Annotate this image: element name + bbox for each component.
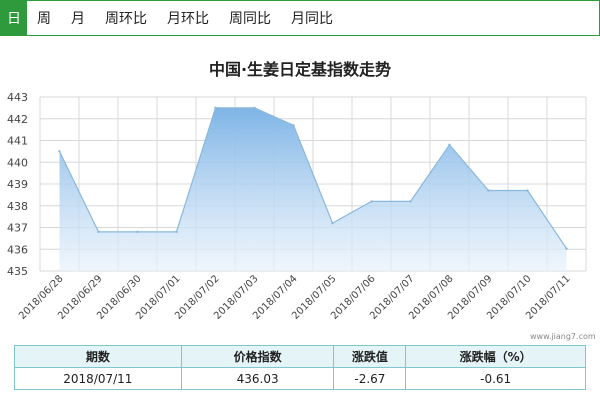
data-point-7 [331, 221, 334, 225]
data-point-11 [487, 189, 490, 192]
cell-change-value: -2.67 [333, 367, 407, 390]
y-tick-label-443: 443 [7, 91, 28, 104]
latest-index-table: 期数 价格指数 涨跌值 涨跌幅（%） 2018/07/11 436.03 -2.… [14, 345, 586, 390]
y-tick-label-436: 436 [7, 243, 28, 256]
data-point-13 [565, 247, 568, 250]
table-header-row: 期数 价格指数 涨跌值 涨跌幅（%） [14, 345, 586, 368]
data-point-12 [526, 189, 529, 192]
data-point-6 [292, 124, 295, 127]
y-tick-label-437: 437 [7, 222, 28, 235]
cell-period: 2018/07/11 [14, 367, 182, 390]
y-tick-label-440: 440 [7, 156, 28, 169]
index-trend-chart: 4354364374384394404414424432018/06/28201… [7, 91, 587, 322]
data-point-2 [136, 230, 139, 234]
data-point-4 [214, 106, 217, 110]
y-tick-label-435: 435 [7, 265, 28, 278]
header-change-value: 涨跌值 [333, 345, 407, 368]
data-point-9 [409, 200, 412, 203]
data-point-1 [97, 230, 100, 234]
header-period: 期数 [14, 345, 182, 368]
y-tick-label-438: 438 [7, 200, 28, 213]
y-tick-label-439: 439 [7, 178, 28, 191]
data-point-3 [175, 230, 178, 234]
data-point-10 [448, 143, 451, 147]
watermark: www.jiang7.com [530, 332, 596, 341]
table-row: 2018/07/11 436.03 -2.67 -0.61 [14, 367, 586, 390]
header-price-index: 价格指数 [180, 345, 335, 368]
cell-change-percent: -0.61 [405, 367, 586, 390]
data-point-5 [253, 106, 256, 110]
y-tick-label-441: 441 [7, 135, 28, 148]
data-point-0 [58, 150, 61, 153]
header-change-percent: 涨跌幅（%） [405, 345, 586, 368]
data-point-8 [370, 200, 373, 203]
cell-price-index: 436.03 [180, 367, 335, 390]
y-tick-label-442: 442 [7, 113, 28, 126]
